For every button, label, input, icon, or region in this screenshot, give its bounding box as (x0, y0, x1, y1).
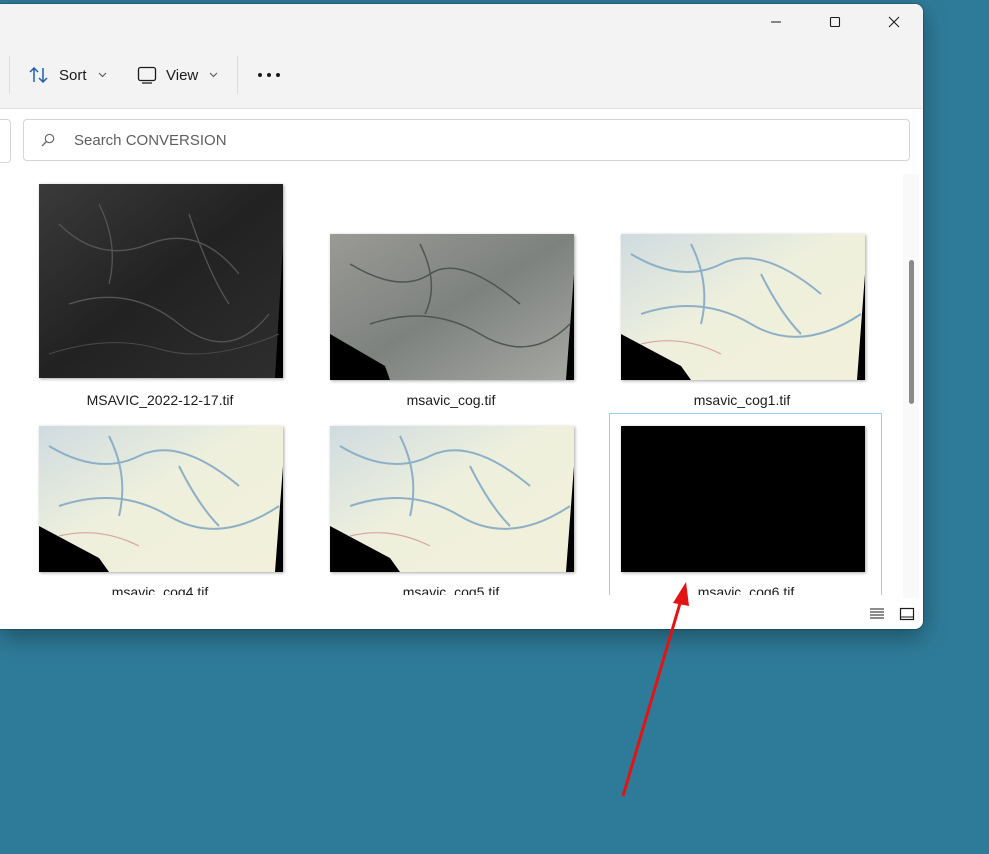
toolbar-separator (237, 56, 238, 94)
file-item[interactable]: msavic_cog.tif (315, 172, 587, 408)
file-thumbnail (621, 426, 865, 572)
file-explorer-window: Sort View Search CONVERSION MSAVIC_2022-… (0, 4, 923, 629)
minimize-button[interactable] (747, 4, 805, 40)
chevron-down-icon (98, 72, 106, 78)
file-item[interactable]: msavic_cog1.tif (606, 172, 878, 408)
close-button[interactable] (865, 4, 923, 40)
chevron-down-icon (209, 72, 218, 78)
file-thumbnail (330, 234, 574, 380)
sort-label: Sort (59, 66, 87, 84)
view-button[interactable]: View (137, 56, 218, 94)
file-thumbnail (330, 426, 574, 572)
search-icon (41, 132, 57, 148)
close-icon (888, 16, 900, 28)
view-toggle-group (869, 607, 915, 621)
search-input[interactable] (72, 130, 856, 150)
scrollbar-thumb[interactable] (909, 260, 914, 404)
maximize-icon (829, 16, 841, 28)
search-box[interactable] (23, 119, 910, 161)
file-thumbnail (621, 234, 865, 380)
maximize-button[interactable] (806, 4, 864, 40)
large-icons-view-icon[interactable] (899, 607, 915, 621)
view-icon (137, 66, 157, 84)
file-item[interactable]: MSAVIC_2022-12-17.tif (24, 172, 296, 408)
title-and-toolbar-area: Sort View (0, 4, 923, 109)
file-item-selected[interactable]: msavic_cog6.tif (609, 413, 882, 595)
sort-icon (29, 66, 48, 84)
file-name: msavic_cog1.tif (693, 392, 791, 408)
minimize-icon (771, 21, 781, 23)
address-bar[interactable] (0, 119, 11, 163)
file-name: msavic_cog4.tif (111, 584, 209, 595)
more-icon (258, 73, 280, 77)
file-name: msavic_cog6.tif (697, 584, 795, 595)
view-label: View (166, 66, 199, 84)
file-thumbnail (39, 184, 283, 378)
sort-button[interactable]: Sort (28, 56, 107, 94)
file-thumbnail (39, 426, 283, 572)
file-name: msavic_cog5.tif (402, 584, 500, 595)
file-item[interactable]: msavic_cog4.tif (24, 364, 296, 595)
file-item[interactable]: msavic_cog5.tif (315, 364, 587, 595)
file-grid: MSAVIC_2022-12-17.tif msavic_cog.tif msa… (0, 170, 903, 595)
toolbar-separator (9, 56, 10, 94)
details-view-icon[interactable] (869, 607, 885, 621)
vertical-scrollbar[interactable] (903, 174, 919, 598)
more-options-button[interactable] (257, 56, 281, 94)
